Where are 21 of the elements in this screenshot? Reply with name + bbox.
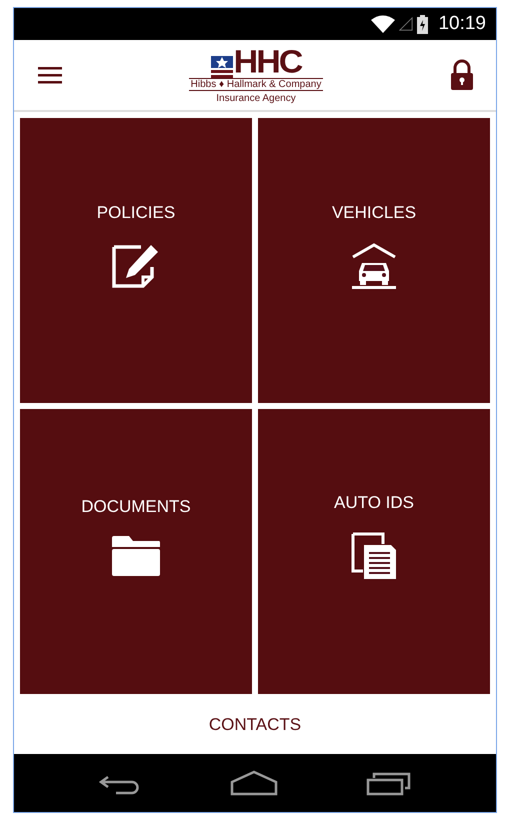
- lock-icon: [450, 59, 474, 91]
- status-time: 10:19: [438, 13, 486, 35]
- company-name: Hibbs ♦ Hallmark & Company: [188, 78, 324, 91]
- logo-mark: HHC: [234, 46, 302, 78]
- company-tagline: Insurance Agency: [216, 93, 296, 104]
- menu-tile[interactable]: VEHICLES: [258, 118, 490, 403]
- car-garage-icon: [350, 240, 398, 288]
- recent-apps-icon[interactable]: [366, 770, 412, 796]
- battery-icon: [417, 14, 428, 34]
- menu-button[interactable]: [36, 64, 64, 86]
- menu-tile[interactable]: POLICIES: [20, 118, 252, 403]
- menu-tile[interactable]: AUTO IDS: [258, 409, 490, 694]
- star-flag-icon: [210, 56, 233, 78]
- wifi-icon: [371, 15, 396, 33]
- contacts-link[interactable]: CONTACTS: [208, 715, 302, 735]
- menu-tile[interactable]: DOCUMENTS: [20, 409, 252, 694]
- folder-icon: [111, 534, 161, 576]
- menu-icon: [38, 66, 62, 84]
- documents-icon: [350, 530, 398, 580]
- signal-icon: [399, 16, 414, 32]
- home-icon[interactable]: [230, 770, 278, 796]
